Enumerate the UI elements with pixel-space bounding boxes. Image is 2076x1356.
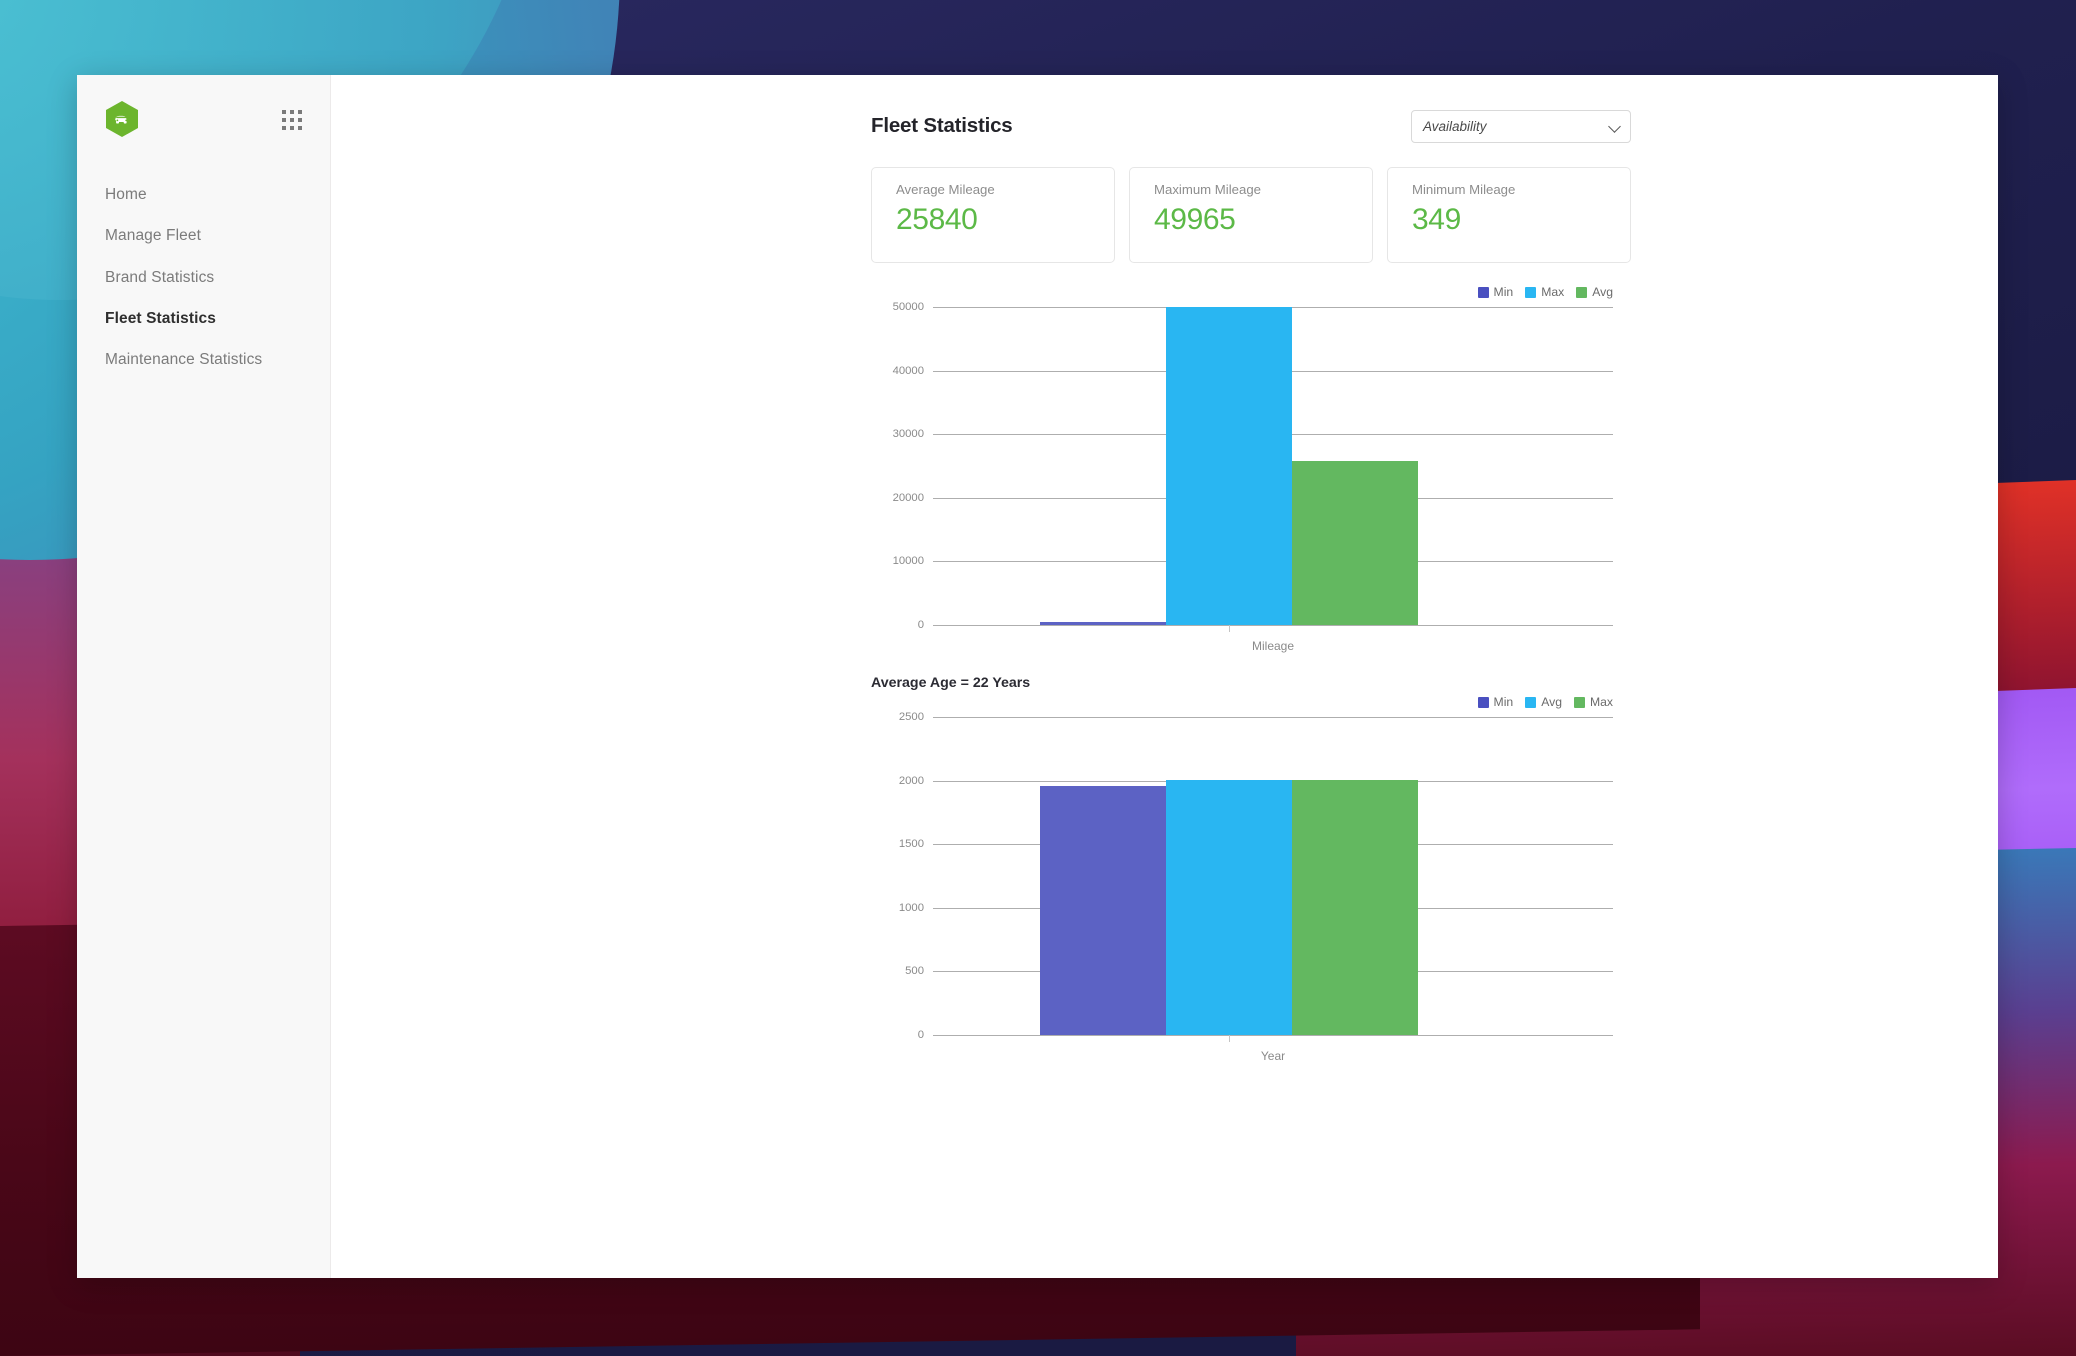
y-axis-tick-label: 50000 (892, 301, 924, 313)
bar-slot-max (1291, 717, 1418, 1035)
x-axis-label-text: Mileage (1251, 639, 1295, 653)
content-column: Fleet Statistics Availability Average Mi… (871, 103, 1631, 1063)
bar-avg[interactable] (1165, 780, 1292, 1035)
y-axis-tick-label: 2500 (898, 711, 924, 723)
sidebar-nav: Home Manage Fleet Brand Statistics Fleet… (77, 174, 330, 380)
stat-label: Maximum Mileage (1154, 182, 1261, 197)
grid-dot (290, 126, 294, 130)
y-axis-tick-label: 0 (917, 1029, 924, 1041)
chart-mileage: Min Max Avg 0 10000 20000 30000 40000 50000 Mil… (871, 285, 1631, 653)
chart-year-plot: 0 500 1000 1500 2000 2500 (899, 711, 1613, 1042)
page-header: Fleet Statistics Availability (871, 103, 1631, 149)
stat-label: Average Mileage (896, 182, 995, 197)
chart-year-xlabel: Year (933, 1049, 1613, 1063)
stat-card-average-mileage: Average Mileage 25840 (871, 167, 1115, 263)
sidebar-item-home[interactable]: Home (77, 174, 330, 215)
chart-mileage-plot: 0 10000 20000 30000 40000 50000 (893, 301, 1613, 632)
grid-dot (298, 110, 302, 114)
main-content: Fleet Statistics Availability Average Mi… (331, 75, 1998, 1278)
y-axis-tick-label: 2000 (898, 774, 924, 787)
grid-line: 0 (918, 1029, 1613, 1041)
stat-value: 349 (1412, 203, 1461, 236)
chart-mileage-legend: Min Max Avg (871, 285, 1631, 299)
legend-item-max[interactable]: Max (1525, 285, 1564, 299)
sidebar-header (77, 75, 330, 138)
legend-item-min[interactable]: Min (1477, 695, 1514, 709)
chart-mileage-xlabel: Mileage (933, 639, 1613, 653)
apps-grid-icon[interactable] (282, 110, 302, 130)
legend-swatch-icon (1477, 696, 1489, 708)
y-axis-tick-label: 1000 (898, 901, 924, 914)
sidebar-item-fleet-statistics[interactable]: Fleet Statistics (77, 298, 330, 339)
stat-label: Minimum Mileage (1412, 182, 1516, 197)
y-axis-tick-label: 30000 (892, 428, 924, 441)
availability-select[interactable]: Availability (1411, 109, 1631, 143)
chart-year-title: Average Age = 22 Years (871, 675, 1031, 691)
sidebar: Home Manage Fleet Brand Statistics Fleet… (77, 75, 331, 1278)
x-axis-label-text: Year (1260, 1049, 1286, 1063)
legend-swatch-icon (1525, 286, 1537, 298)
legend-swatch-icon (1573, 696, 1585, 708)
bar-slot-max (1165, 307, 1292, 632)
application-window: Home Manage Fleet Brand Statistics Fleet… (77, 75, 1998, 1278)
y-axis-tick-label: 0 (917, 619, 924, 631)
y-axis-tick-label: 20000 (892, 491, 924, 504)
page-title: Fleet Statistics (871, 114, 1013, 137)
car-hexagon-logo-icon[interactable] (105, 100, 139, 138)
x-axis-tickmark (1228, 625, 1230, 632)
grid-dot (282, 118, 286, 122)
legend-swatch-icon (1477, 286, 1489, 298)
grid-dot (282, 126, 286, 130)
legend-item-avg[interactable]: Avg (1576, 285, 1613, 299)
stat-value: 49965 (1154, 203, 1236, 236)
legend-label: Max (1541, 285, 1565, 299)
legend-swatch-icon (1525, 696, 1537, 708)
x-axis-tickmark (1228, 1035, 1230, 1042)
bar-slot-avg (1291, 307, 1418, 625)
stat-value: 25840 (896, 203, 978, 236)
sidebar-item-manage-fleet[interactable]: Manage Fleet (77, 215, 330, 256)
bar-group (933, 717, 1613, 1042)
bar-slot-min (1040, 717, 1166, 1035)
legend-item-avg[interactable]: Avg (1525, 695, 1562, 709)
legend-label: Min (1493, 285, 1514, 299)
legend-item-max[interactable]: Max (1573, 695, 1613, 709)
bar-slot-min (1040, 307, 1166, 625)
bar-min[interactable] (1040, 622, 1166, 625)
grid-dot (298, 118, 302, 122)
sidebar-item-brand-statistics[interactable]: Brand Statistics (77, 257, 330, 298)
bar-max[interactable] (1291, 780, 1418, 1035)
grid-dot (290, 110, 294, 114)
legend-label: Avg (1592, 285, 1613, 299)
sidebar-item-maintenance-statistics[interactable]: Maintenance Statistics (77, 339, 330, 380)
stat-card-minimum-mileage: Minimum Mileage 349 (1387, 167, 1631, 263)
stat-cards-row: Average Mileage 25840 Maximum Mileage 49… (871, 167, 1631, 263)
desktop-wallpaper: Home Manage Fleet Brand Statistics Fleet… (0, 0, 2076, 1356)
grid-dot (298, 126, 302, 130)
legend-label: Avg (1541, 695, 1562, 709)
legend-label: Min (1493, 695, 1514, 709)
chart-year-legend: Min Avg Max (871, 695, 1631, 709)
chart-year: Average Age = 22 Years Min Avg Max 0 500 100… (871, 675, 1631, 1063)
grid-dot (282, 110, 286, 114)
y-axis-tick-label: 1500 (898, 838, 924, 851)
y-axis-tick-label: 500 (905, 965, 924, 978)
availability-select-value: Availability (1423, 118, 1487, 134)
legend-label: Max (1589, 695, 1613, 709)
grid-line: 0 (918, 619, 1613, 631)
legend-swatch-icon (1576, 286, 1588, 298)
y-axis-tick-label: 40000 (892, 364, 924, 377)
bar-min[interactable] (1040, 785, 1166, 1035)
grid-dot (290, 118, 294, 122)
availability-filter[interactable]: Availability (1411, 109, 1631, 143)
bar-avg[interactable] (1291, 460, 1418, 625)
legend-item-min[interactable]: Min (1477, 285, 1514, 299)
y-axis-tick-label: 10000 (892, 555, 924, 568)
stat-card-maximum-mileage: Maximum Mileage 49965 (1129, 167, 1373, 263)
bar-slot-avg (1165, 717, 1292, 1042)
bar-group (933, 307, 1613, 632)
bar-max[interactable] (1165, 307, 1292, 625)
